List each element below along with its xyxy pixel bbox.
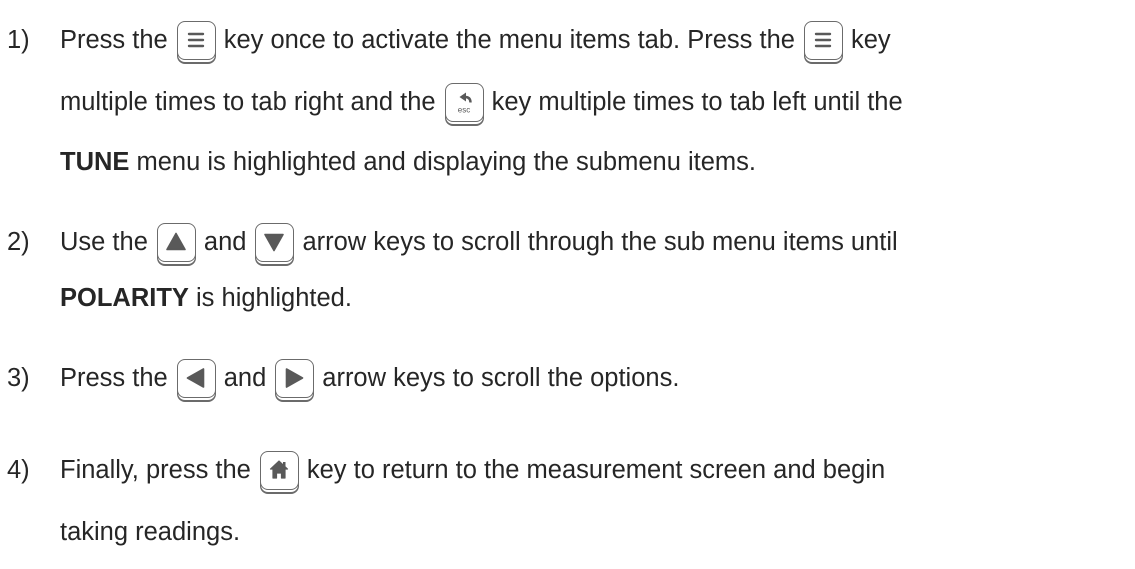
home-key-icon [259,450,299,490]
menu-key-icon [803,20,843,60]
step-3-text-b: and [223,364,267,392]
step-1-text-f: menu is highlighted and displaying the s… [129,148,756,176]
step-1-number: 1) [7,26,30,54]
step-1-line-1: 1) Press the key once to activate the me… [7,14,891,66]
step-1-text-e: key multiple times to tab left until the [491,88,903,116]
step-2-line-2: POLARITY is highlighted. [60,272,352,324]
step-2-bold-polarity: POLARITY [60,284,189,312]
step-1-text-b: key once to activate the menu items tab.… [223,26,795,54]
step-4-text-c: taking readings. [60,518,241,546]
step-4-line-1: 4) Finally, press the key to return to t… [7,444,886,496]
step-3-text-c: arrow keys to scroll the options. [322,364,680,392]
esc-back-key-icon: esc [444,82,484,122]
step-2-text-a: Use the [60,228,148,256]
right-arrow-key-icon [275,358,315,398]
step-1-line-2: multiple times to tab right and the esc … [60,76,903,128]
step-3-text-a: Press the [60,364,168,392]
step-2-text-c: arrow keys to scroll through the sub men… [302,228,898,256]
step-1-line-3: TUNE menu is highlighted and displaying … [60,136,756,188]
step-3-line-1: 3) Press the and arrow keys to scroll th… [7,352,680,404]
step-4-text-b: key to return to the measurement screen … [306,456,886,484]
down-arrow-key-icon [255,222,295,262]
step-1-text-d: multiple times to tab right and the [60,88,436,116]
step-2-number: 2) [7,228,30,256]
step-2-line-1: 2) Use the and arrow keys to scroll thro… [7,216,898,268]
step-2-text-d: is highlighted. [188,284,352,312]
esc-key-label: esc [457,105,469,114]
step-1-bold-tune: TUNE [60,148,130,176]
step-4-text-a: Finally, press the [60,456,251,484]
up-arrow-key-icon [156,222,196,262]
step-1-text-c: key [850,26,891,54]
step-2-text-b: and [203,228,247,256]
step-3-number: 3) [7,364,30,392]
step-4-line-2: taking readings. [60,506,240,558]
instructions-document: 1) Press the key once to activate the me… [0,0,1135,569]
left-arrow-key-icon [176,358,216,398]
step-1-text-a: Press the [60,26,168,54]
step-4-number: 4) [7,456,30,484]
menu-key-icon [176,20,216,60]
